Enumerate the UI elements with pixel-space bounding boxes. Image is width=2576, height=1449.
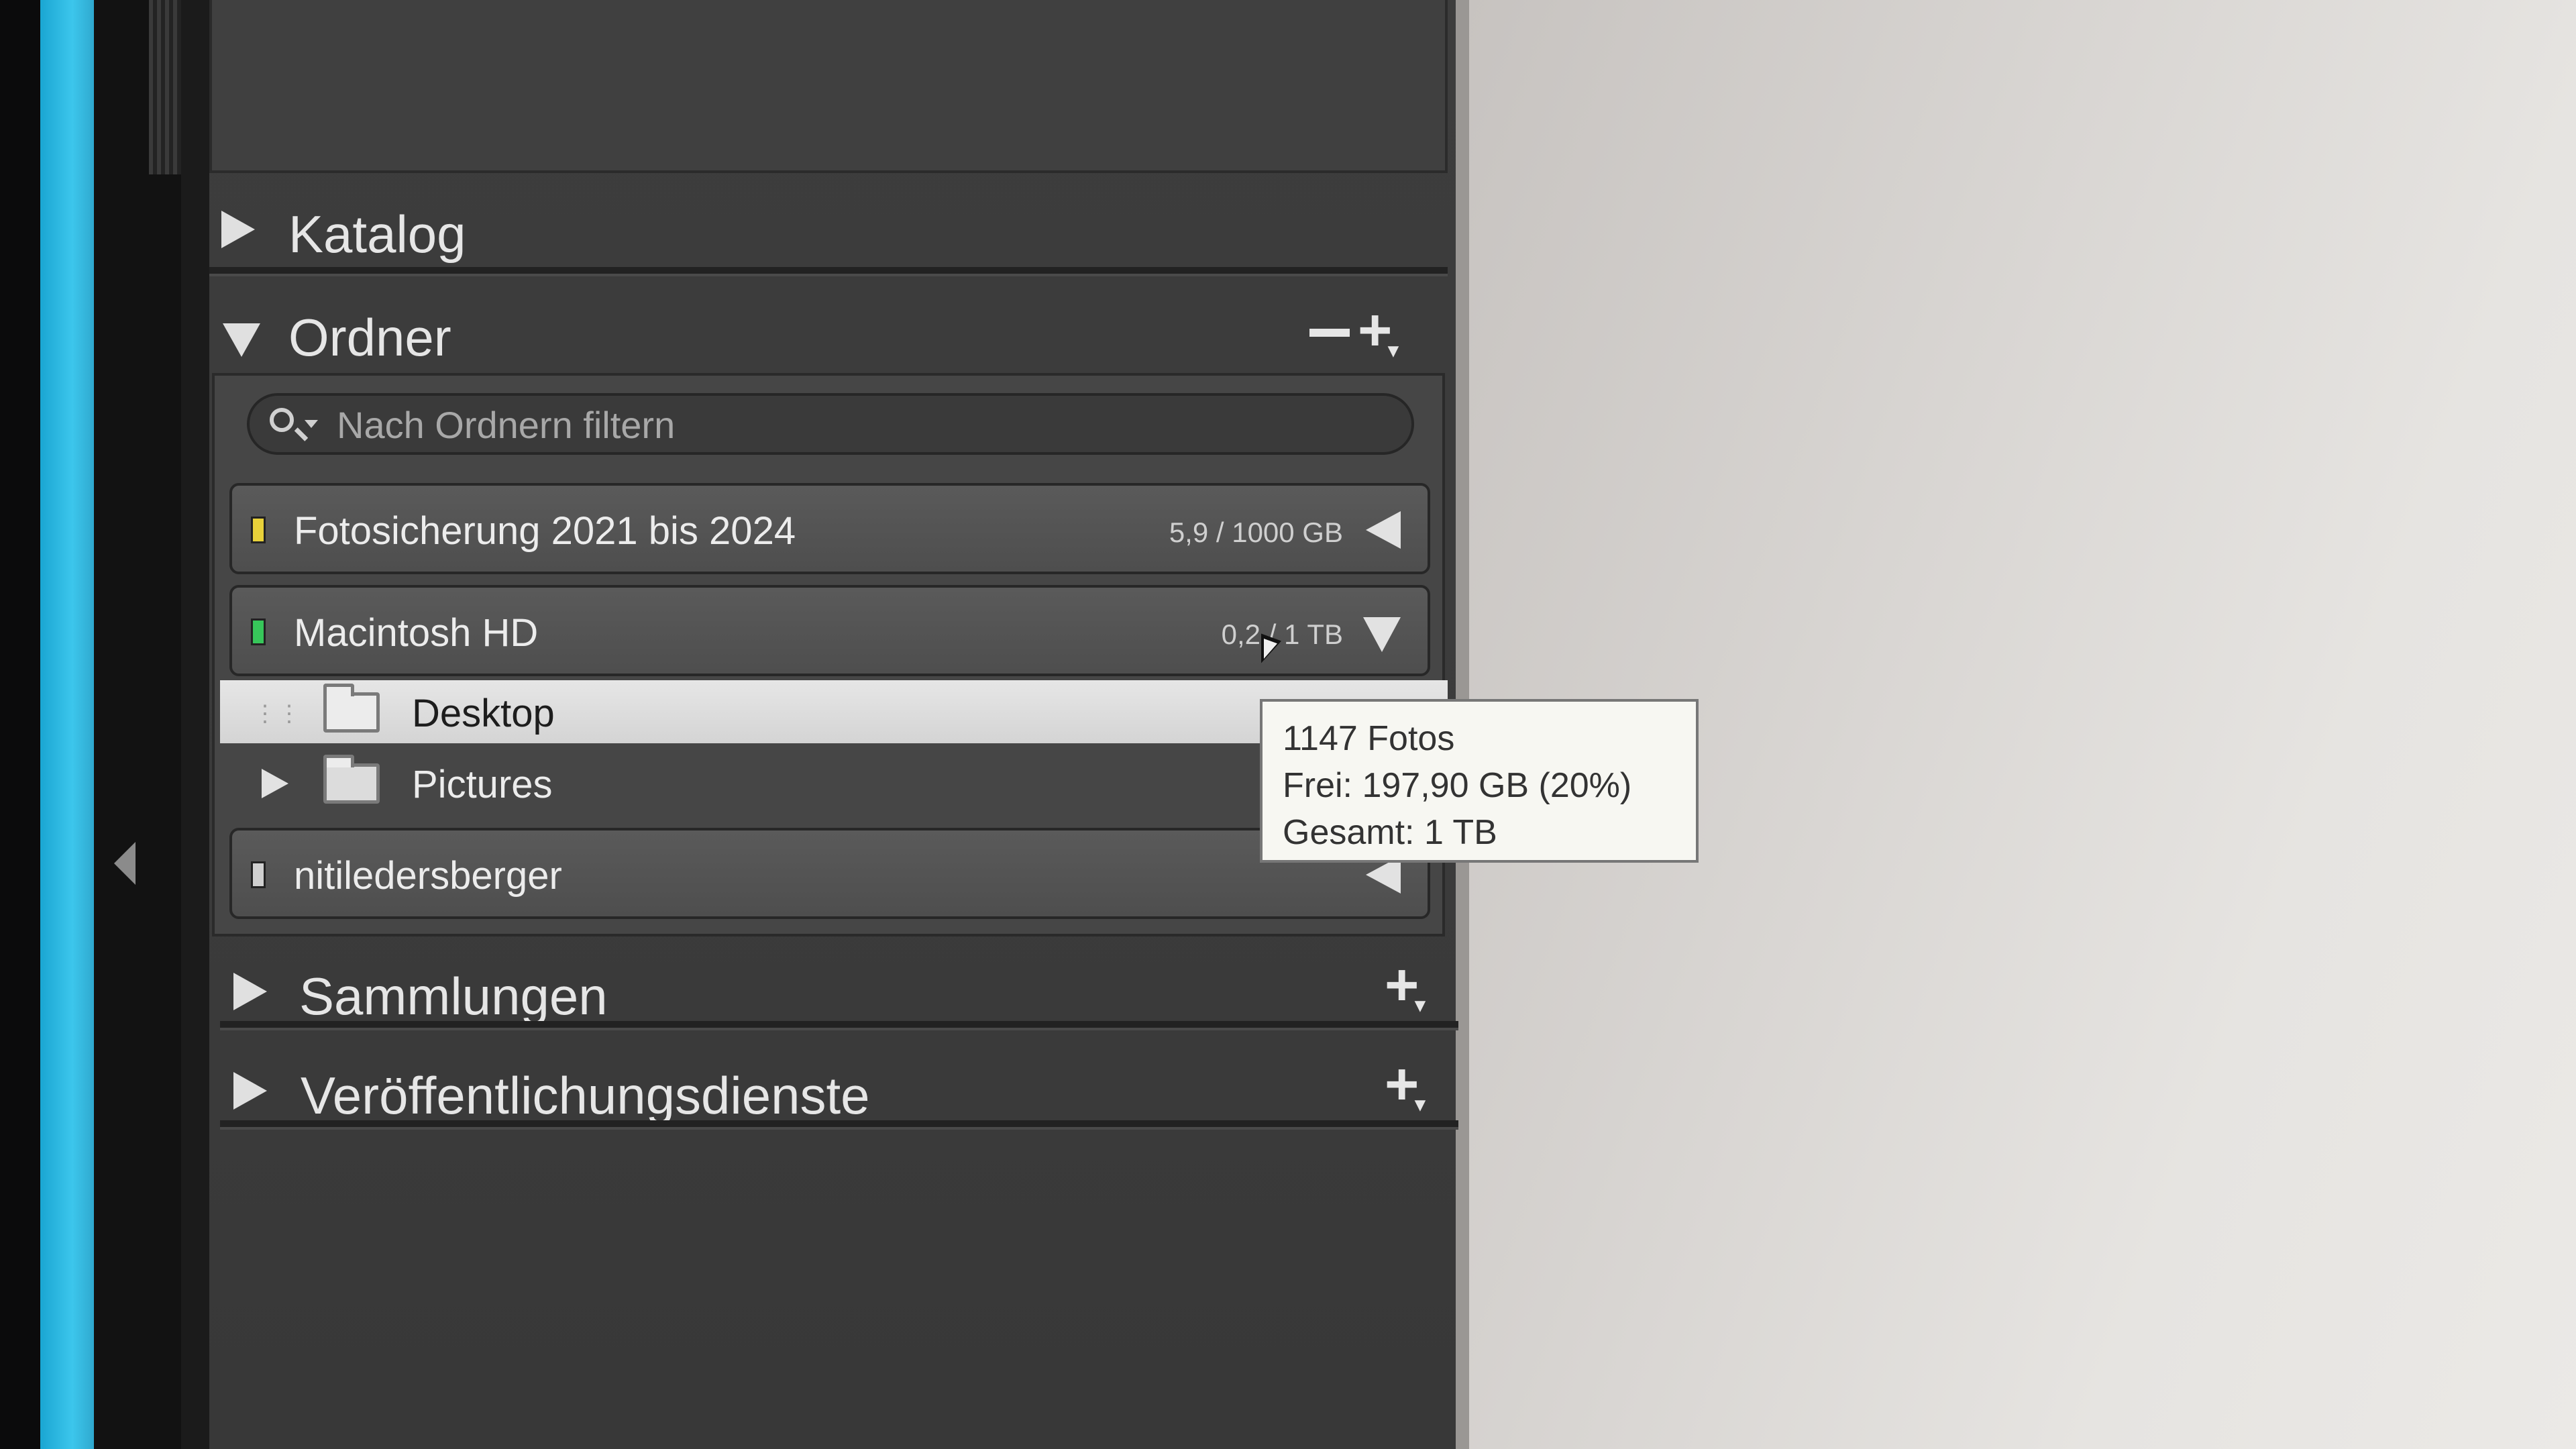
section-ordner[interactable]: Ordner +▾ bbox=[209, 288, 1457, 376]
add-publish-service-icon[interactable]: +▾ bbox=[1385, 1055, 1425, 1115]
tooltip-free-space: Frei: 197,90 GB (20%) bbox=[1283, 766, 1632, 805]
volume-name: nitiledersberger bbox=[294, 854, 562, 898]
folder-name: Pictures bbox=[412, 763, 553, 806]
volume-capacity: 0,2 / 1 TB bbox=[1221, 619, 1343, 650]
volume-status-indicator bbox=[251, 517, 266, 543]
section-katalog-label: Katalog bbox=[288, 205, 466, 264]
section-divider bbox=[209, 267, 1448, 276]
expand-folder-icon[interactable] bbox=[262, 769, 288, 798]
folder-icon bbox=[323, 755, 380, 804]
search-icon[interactable] bbox=[270, 408, 294, 432]
monitor-bezel bbox=[0, 0, 40, 1449]
no-children-icon: ⋮⋮ bbox=[254, 701, 302, 727]
folder-name: Desktop bbox=[412, 692, 555, 735]
navigator-preview bbox=[209, 0, 1448, 173]
search-options-chevron-icon[interactable] bbox=[305, 420, 318, 428]
expand-triangle-icon[interactable] bbox=[233, 1072, 267, 1110]
collapse-triangle-icon[interactable] bbox=[223, 323, 260, 357]
panel-divider bbox=[181, 0, 209, 1449]
volume-capacity: 5,9 / 1000 GB bbox=[1169, 517, 1343, 548]
section-veroeffentlichungsdienste-label: Veröffentlichungsdienste bbox=[301, 1066, 870, 1125]
section-ordner-label: Ordner bbox=[288, 308, 451, 367]
volume-fotosicherung[interactable]: Fotosicherung 2021 bis 2024 5,9 / 1000 G… bbox=[229, 483, 1430, 574]
expand-triangle-icon[interactable] bbox=[233, 973, 267, 1010]
section-divider bbox=[220, 1120, 1458, 1130]
tooltip-photo-count: 1147 Fotos bbox=[1283, 719, 1455, 758]
add-folder-icon[interactable]: +▾ bbox=[1358, 301, 1398, 361]
volume-info-tooltip: 1147 Fotos Frei: 197,90 GB (20%) Gesamt:… bbox=[1260, 699, 1699, 863]
add-collection-icon[interactable]: +▾ bbox=[1385, 955, 1425, 1016]
section-katalog[interactable]: Katalog bbox=[209, 185, 1457, 272]
volume-nitiledersberger[interactable]: nitiledersberger bbox=[229, 828, 1430, 919]
volume-name: Fotosicherung 2021 bis 2024 bbox=[294, 509, 796, 553]
folder-icon bbox=[323, 684, 380, 733]
tooltip-total-space: Gesamt: 1 TB bbox=[1283, 813, 1497, 852]
volume-macintosh-hd[interactable]: Macintosh HD 0,2 / 1 TB bbox=[229, 585, 1430, 676]
collapse-panel-icon[interactable] bbox=[114, 842, 136, 885]
folder-search[interactable] bbox=[247, 393, 1414, 455]
volume-name: Macintosh HD bbox=[294, 611, 539, 655]
desktop-edge bbox=[40, 0, 94, 1449]
volume-status-indicator bbox=[251, 861, 266, 888]
collapse-volume-icon[interactable] bbox=[1363, 617, 1401, 652]
expand-volume-icon[interactable] bbox=[1366, 511, 1401, 549]
remove-folder-icon[interactable] bbox=[1309, 329, 1350, 337]
folder-search-input[interactable] bbox=[335, 402, 1385, 447]
expand-triangle-icon[interactable] bbox=[221, 211, 255, 248]
section-divider bbox=[220, 1021, 1458, 1030]
section-sammlungen-label: Sammlungen bbox=[299, 967, 608, 1026]
volume-status-indicator bbox=[251, 619, 266, 645]
scrollbar-grip[interactable] bbox=[149, 0, 181, 174]
